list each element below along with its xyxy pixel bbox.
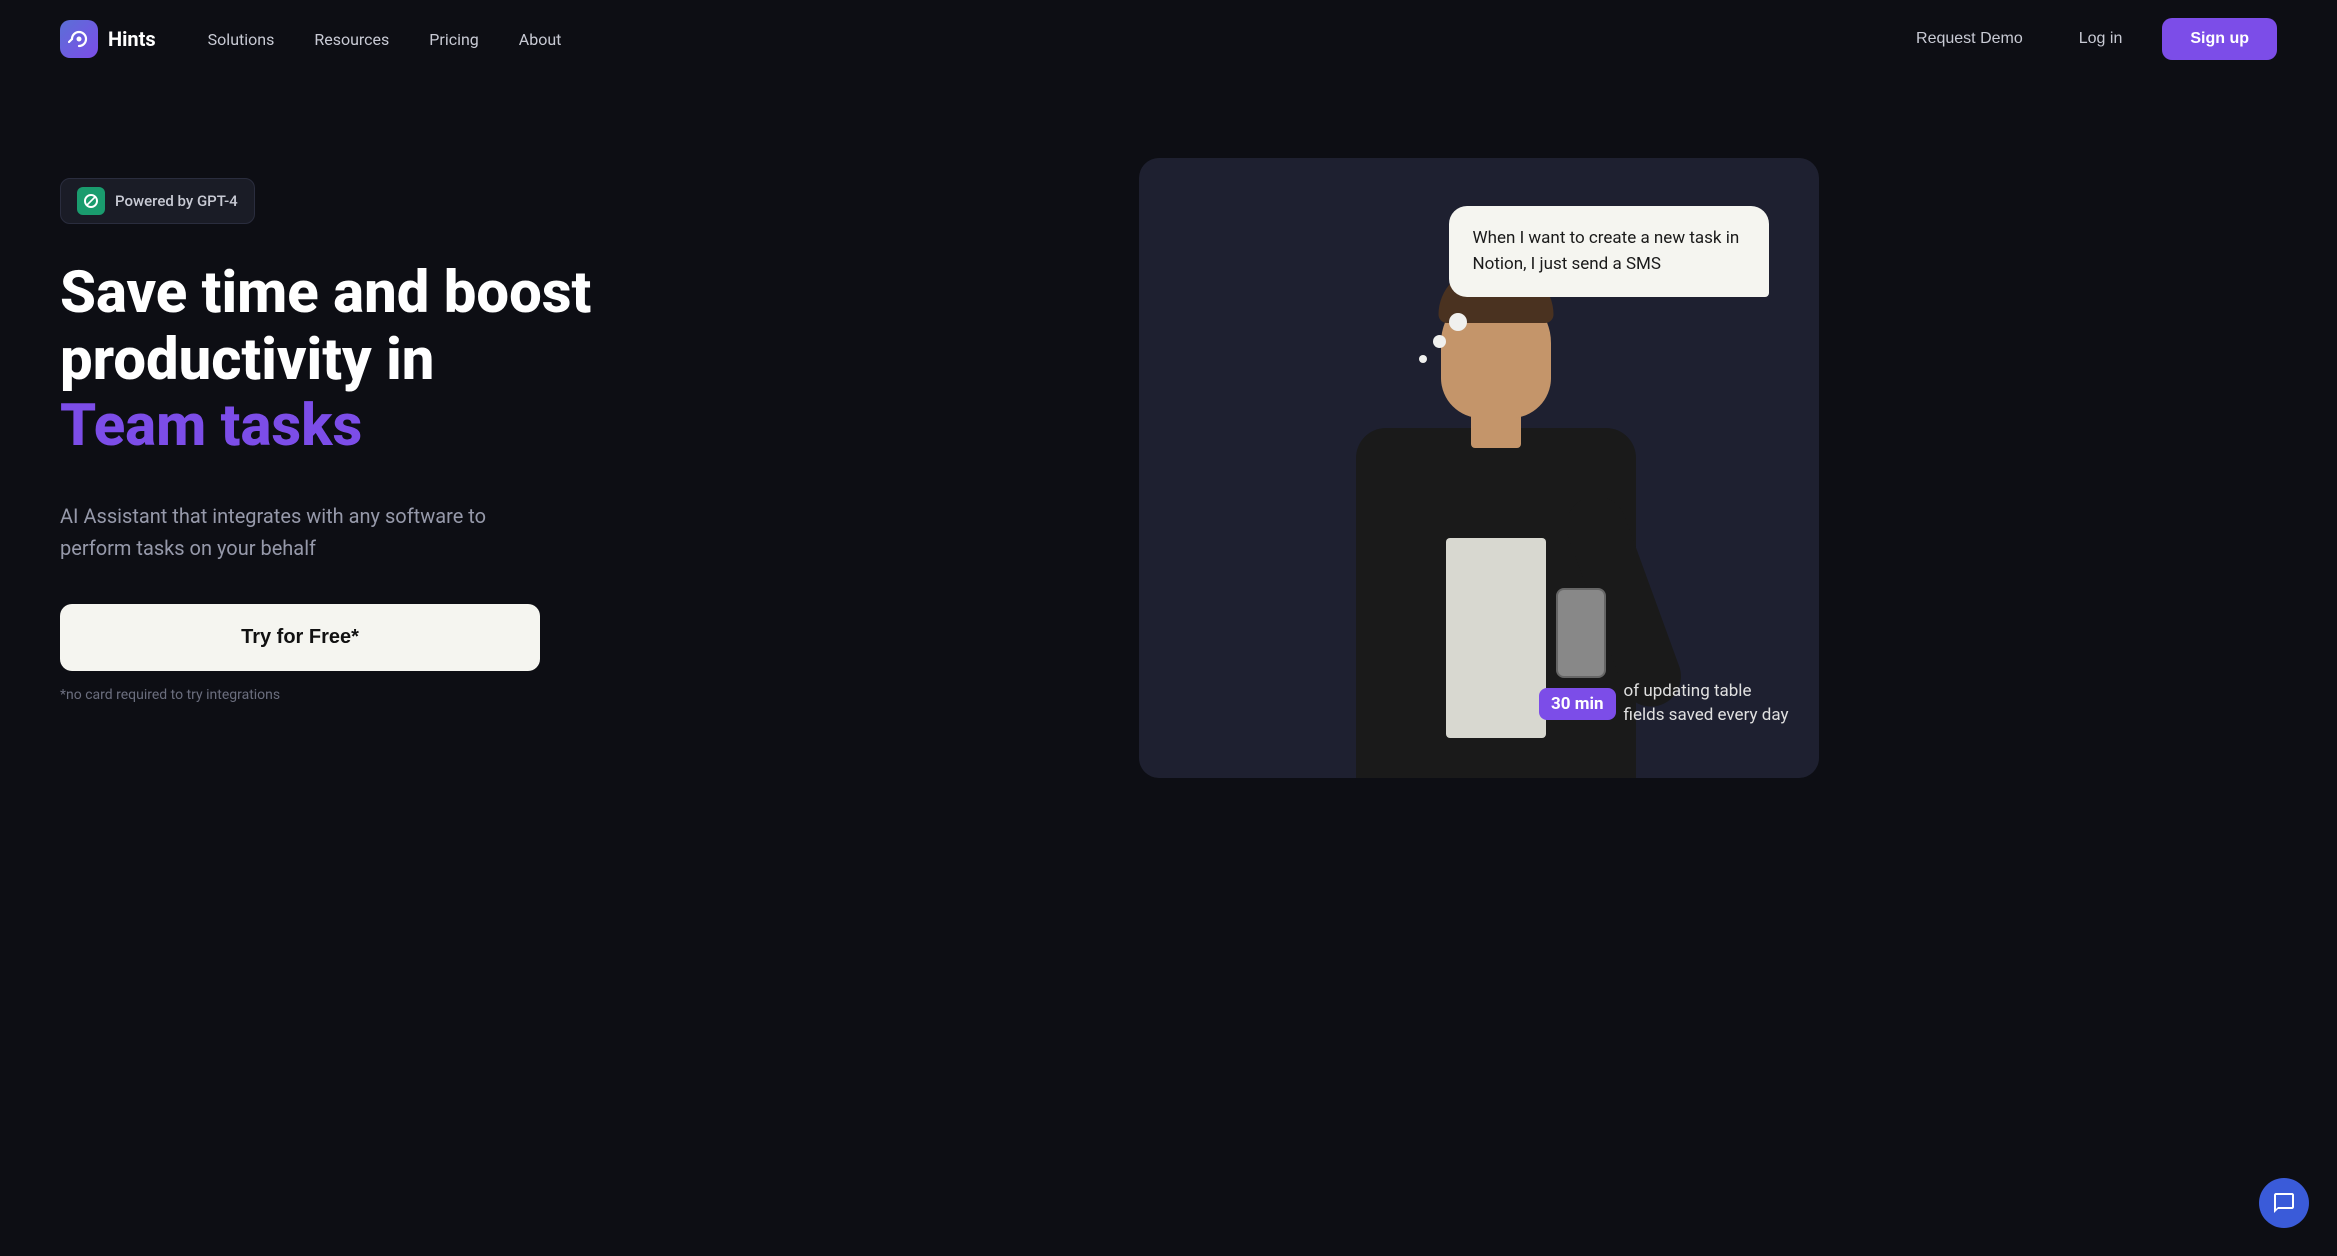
hero-right: When I want to create a new task in Noti…	[680, 138, 2277, 778]
nav-links: Solutions Resources Pricing About	[192, 22, 578, 57]
nav-link-pricing[interactable]: Pricing	[413, 22, 495, 57]
openai-icon	[82, 192, 100, 210]
hero-headline: Save time and boost productivity in Team…	[60, 260, 640, 460]
logo-text: Hints	[108, 27, 156, 51]
phone	[1556, 588, 1606, 678]
hero-subtext: AI Assistant that integrates with any so…	[60, 500, 540, 564]
stat-minutes: 30 min	[1539, 688, 1616, 720]
shirt	[1446, 538, 1546, 738]
navbar: Hints Solutions Resources Pricing About …	[0, 0, 2337, 78]
hero-left: Powered by GPT-4 Save time and boost pro…	[60, 138, 640, 703]
request-demo-button[interactable]: Request Demo	[1900, 22, 2039, 56]
headline-line1: Save time and boost productivity in	[60, 259, 591, 394]
dot-large	[1449, 313, 1467, 331]
chat-bubble: When I want to create a new task in Noti…	[1449, 206, 1769, 297]
logo-svg	[68, 28, 90, 50]
gpt4-icon	[77, 187, 105, 215]
nav-link-resources[interactable]: Resources	[298, 22, 405, 57]
stat-text: of updating tablefields saved every day	[1624, 680, 1789, 728]
nav-link-solutions[interactable]: Solutions	[192, 22, 291, 57]
powered-badge: Powered by GPT-4	[60, 178, 255, 224]
headline-colored: Team tasks	[60, 393, 640, 460]
nav-left: Hints Solutions Resources Pricing About	[60, 20, 577, 58]
nav-link-about[interactable]: About	[503, 22, 578, 57]
demo-card: When I want to create a new task in Noti…	[1139, 158, 1819, 778]
chat-support-button[interactable]	[2259, 1178, 2309, 1228]
chat-support-icon	[2272, 1191, 2296, 1215]
login-button[interactable]: Log in	[2063, 22, 2139, 56]
chat-bubble-text: When I want to create a new task in Noti…	[1473, 226, 1745, 277]
dot-medium	[1433, 335, 1446, 348]
stat-badge: 30 min of updating tablefields saved eve…	[1539, 680, 1788, 728]
try-free-button[interactable]: Try for Free*	[60, 604, 540, 671]
logo-icon	[60, 20, 98, 58]
signup-button[interactable]: Sign up	[2162, 18, 2277, 60]
dot-small	[1419, 355, 1427, 363]
nav-right: Request Demo Log in Sign up	[1900, 18, 2277, 60]
hero-section: Powered by GPT-4 Save time and boost pro…	[0, 78, 2337, 1254]
demo-image: When I want to create a new task in Noti…	[1139, 158, 1819, 778]
no-card-note: *no card required to try integrations	[60, 687, 640, 703]
logo[interactable]: Hints	[60, 20, 156, 58]
badge-text: Powered by GPT-4	[115, 192, 238, 210]
